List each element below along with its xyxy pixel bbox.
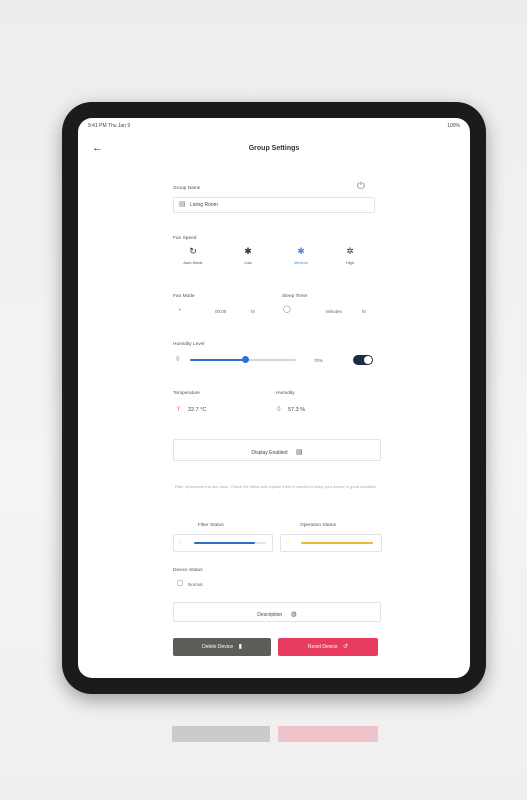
- reset-device-button[interactable]: Reset Device ↺: [278, 638, 378, 656]
- fan-mode-label: High: [345, 260, 355, 265]
- temperature-value: 22.7 °C: [188, 407, 207, 413]
- filter-icon: ◌: [178, 539, 183, 546]
- filter-status-field: ◌: [173, 534, 273, 552]
- navigation-bar: ← Group Settings: [78, 142, 470, 160]
- filter-progress: [194, 542, 256, 544]
- humidity-level-value: 70%: [314, 358, 324, 363]
- tablet-frame: 9:41 PM Thu Jan 9 100% ← Group Settings …: [62, 102, 486, 694]
- delete-label: Delete Device: [202, 644, 234, 650]
- info-icon: ◍: [290, 611, 297, 618]
- humidity-label: Humidity: [276, 391, 295, 396]
- device-status-label: Device Status: [173, 568, 203, 573]
- room-icon: ▤: [179, 201, 186, 208]
- group-name-value: Living Room: [190, 202, 218, 208]
- fan-mode-value: 00:00: [215, 309, 227, 314]
- slider-thumb[interactable]: [241, 356, 249, 363]
- fan-mode-label: Auto Mode: [183, 260, 203, 265]
- status-battery: 100%: [447, 123, 460, 129]
- fan-high-icon: ✲: [346, 246, 354, 256]
- reset-label: Reset Device: [307, 644, 338, 650]
- power-icon[interactable]: ⏻: [357, 182, 365, 192]
- device-icon: ▢: [177, 580, 184, 587]
- device-status-value: Normal: [188, 582, 203, 587]
- humidity-slider[interactable]: [190, 354, 296, 366]
- operation-progress: [301, 542, 373, 544]
- fan-mode-field[interactable]: ◔ 00:00 hr: [173, 304, 268, 318]
- fan-mode-label: Low: [244, 260, 252, 265]
- fan-mode-auto[interactable]: ↻ Auto Mode: [178, 246, 208, 265]
- thermometer-icon: ⫯: [177, 406, 181, 413]
- filter-status-label: Filter Status: [198, 523, 224, 528]
- reflection-reset: [278, 726, 378, 742]
- display-enabled-label: Display Enabled: [251, 450, 288, 456]
- operation-icon: ◌: [285, 539, 290, 546]
- fan-speed-label: Fan Speed: [173, 236, 197, 241]
- fan-mode-label: Fan Mode: [173, 294, 195, 299]
- fan-mode-low[interactable]: ✱ Low: [233, 246, 263, 265]
- filter-note: Filter replacement is due soon. Check th…: [174, 484, 378, 489]
- clock-icon: ◯: [283, 306, 291, 313]
- fan-mode-label: Medium: [293, 260, 309, 265]
- reflection-delete: [172, 726, 270, 742]
- description-label: Description: [257, 612, 283, 618]
- display-enabled-button[interactable]: Display Enabled ▤: [173, 439, 381, 461]
- description-button[interactable]: Description ◍: [173, 602, 381, 622]
- humidity-toggle[interactable]: [353, 355, 373, 365]
- status-bar: 9:41 PM Thu Jan 9 100%: [88, 123, 460, 133]
- sleep-timer-value: Minutes: [326, 309, 342, 314]
- operation-status-label: Operation Status: [300, 523, 336, 528]
- fan-mode-icon: ◔: [177, 307, 182, 314]
- status-time: 9:41 PM Thu Jan 9: [88, 123, 131, 129]
- operation-status-field: ◌: [280, 534, 382, 552]
- fan-medium-icon: ✱: [297, 246, 305, 256]
- page-title: Group Settings: [248, 145, 300, 152]
- toggle-knob: [364, 356, 372, 364]
- sleep-timer-label: Sleep Timer: [282, 294, 308, 299]
- trash-icon: ▮: [238, 644, 242, 650]
- humidity-level-label: Humidity Level: [173, 342, 205, 347]
- fan-mode-medium[interactable]: ✱ Medium: [286, 246, 316, 265]
- droplet-icon: ◊: [176, 356, 180, 363]
- fan-mode-high[interactable]: ✲ High: [335, 246, 365, 265]
- humidity-icon: ◊: [277, 406, 281, 413]
- fan-mode-unit: hr: [251, 309, 256, 314]
- group-name-label: Group Name: [173, 186, 201, 191]
- group-name-input[interactable]: ▤ Living Room: [173, 197, 375, 213]
- delete-device-button[interactable]: Delete Device ▮: [173, 638, 271, 656]
- reset-icon: ↺: [343, 644, 349, 650]
- temperature-label: Temperature: [173, 391, 200, 396]
- auto-mode-icon: ↻: [189, 246, 197, 256]
- sleep-timer-field[interactable]: ◯ Minutes hr: [282, 304, 380, 318]
- sleep-timer-unit: hr: [362, 309, 367, 314]
- display-icon: ▤: [295, 449, 303, 456]
- humidity-value: 57.3 %: [288, 407, 306, 413]
- app-screen: 9:41 PM Thu Jan 9 100% ← Group Settings …: [78, 118, 470, 678]
- fan-low-icon: ✱: [244, 246, 252, 256]
- slider-fill: [190, 359, 246, 361]
